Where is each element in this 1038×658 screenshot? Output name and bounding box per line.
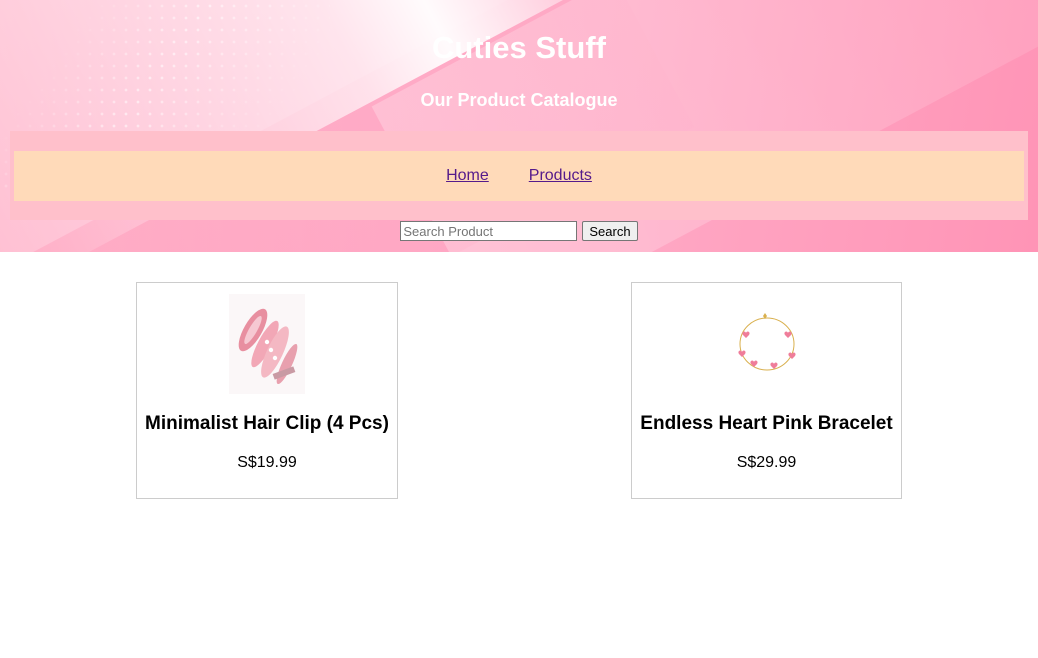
product-card[interactable]: Minimalist Hair Clip (4 Pcs) S$19.99: [136, 282, 398, 499]
site-title: Cuties Stuff: [432, 30, 606, 65]
site-subtitle: Our Product Catalogue: [420, 90, 618, 110]
hair-clip-image[interactable]: [229, 294, 305, 394]
product-name[interactable]: Endless Heart Pink Bracelet: [632, 413, 901, 435]
hair-clip-icon: [229, 294, 305, 394]
nav-bar: Home Products: [10, 131, 1028, 220]
bracelet-icon: [728, 294, 805, 394]
product-name[interactable]: Minimalist Hair Clip (4 Pcs): [137, 413, 397, 435]
product-card[interactable]: Endless Heart Pink Bracelet S$29.99: [631, 282, 902, 499]
search-input[interactable]: [400, 221, 578, 241]
product-price: S$19.99: [237, 454, 297, 471]
product-price: S$29.99: [736, 454, 797, 471]
search-bar: Search: [0, 221, 1038, 241]
nav-link-products[interactable]: Products: [529, 167, 592, 185]
nav-link-home[interactable]: Home: [446, 167, 489, 185]
header-banner: Cuties Stuff Our Product Catalogue Home …: [0, 0, 1038, 252]
bracelet-image[interactable]: [728, 294, 805, 394]
nav-menu: Home Products: [14, 151, 1024, 201]
search-button[interactable]: Search: [582, 221, 638, 241]
